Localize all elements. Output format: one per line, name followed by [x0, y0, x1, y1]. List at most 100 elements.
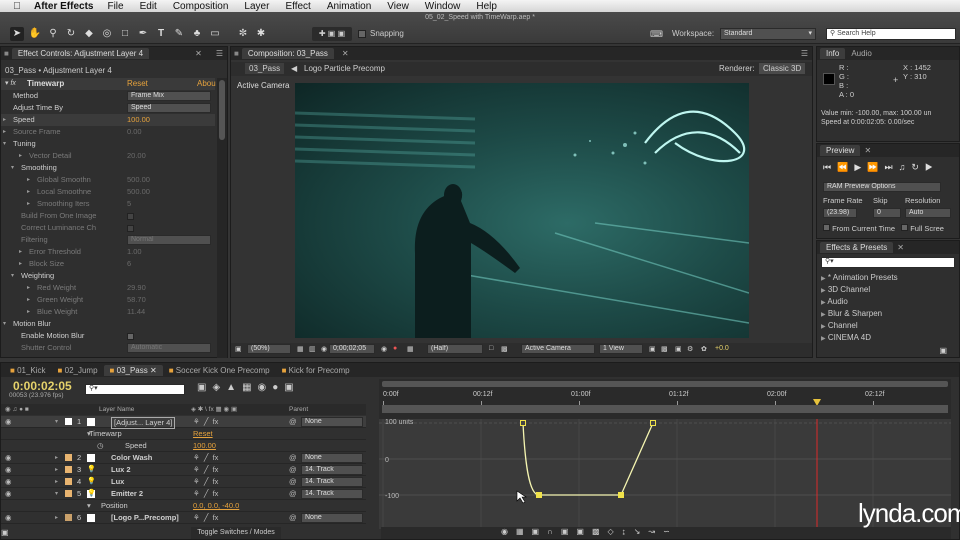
expand-icon[interactable]: ▣	[1, 528, 15, 540]
keyboard-icon[interactable]: ⌨	[650, 29, 663, 40]
keyframe-marker[interactable]	[618, 492, 624, 498]
layer-name[interactable]: Color Wash	[111, 452, 152, 464]
type-tool-icon[interactable]: T	[154, 27, 168, 41]
disclosure-triangle-icon[interactable]: ▸	[55, 452, 58, 464]
param-value[interactable]: 1.00	[127, 246, 142, 258]
param-value[interactable]: 6	[127, 258, 131, 270]
eraser-tool-icon[interactable]: ▭	[208, 27, 222, 41]
table-row[interactable]: ◉ ▸ 2 Color Wash ⚘ ╱ fx @ None	[1, 452, 366, 464]
current-time-display[interactable]: 0;00;02;05	[329, 344, 375, 354]
label-color-swatch[interactable]	[65, 478, 72, 485]
resolution-select[interactable]: (Half)	[427, 344, 483, 354]
exposure-value[interactable]: +0.0	[715, 345, 729, 352]
graph-editor-icon[interactable]: ▣	[284, 382, 299, 393]
renderer-button[interactable]: Classic 3D	[759, 63, 806, 74]
menu-composition[interactable]: Composition	[173, 1, 229, 12]
snap-icon[interactable]: ▣	[532, 527, 548, 536]
parent-pickwhip-icon[interactable]: @	[289, 452, 297, 464]
param-dropdown[interactable]: Speed	[127, 103, 211, 113]
prev-frame-icon[interactable]: ⏪	[837, 162, 854, 172]
toggle-pixel-icon[interactable]: ▣	[649, 345, 656, 353]
table-row[interactable]: ◉ ▸ 4 💡 Lux ⚘ ╱ fx @14. Track	[1, 476, 366, 488]
property-icon[interactable]: ▾	[87, 500, 91, 512]
disclosure-triangle-icon[interactable]: ▸	[55, 476, 58, 488]
disclosure-triangle-icon[interactable]: ▸	[27, 282, 30, 294]
disclosure-triangle-icon[interactable]: ▸	[55, 464, 58, 476]
layer-name[interactable]: Lux	[111, 476, 124, 488]
param-row[interactable]: Method Frame Mix	[1, 90, 215, 102]
puppet-tool-icon[interactable]: ✱	[254, 27, 268, 41]
keyframe-marker[interactable]	[520, 420, 526, 426]
layer-switches[interactable]: ⚘ ╱ fx	[193, 452, 218, 464]
always-preview-icon[interactable]: ▣	[235, 345, 242, 353]
eye-icon[interactable]: ◉	[5, 452, 12, 464]
layer-switches[interactable]: ⚘ ╱ fx	[193, 488, 218, 500]
search-help-input[interactable]: ⚲ Search Help	[826, 28, 956, 40]
param-row[interactable]: ▾ Tuning	[1, 138, 215, 150]
parent-select[interactable]: 14. Track	[301, 465, 363, 475]
next-frame-icon[interactable]: ⏩	[867, 162, 884, 172]
workspace-select[interactable]: Standard ▾	[720, 28, 816, 40]
param-row[interactable]: ▸ Block Size 6	[1, 258, 215, 270]
table-row[interactable]: ◷ Speed 100.00	[1, 440, 366, 452]
reset-link[interactable]: Reset	[127, 79, 148, 88]
magnification-select[interactable]: (50%)	[247, 344, 291, 354]
layer-name[interactable]: [Logo P...Precomp]	[111, 512, 179, 524]
layer-name[interactable]: Lux 2	[111, 464, 131, 476]
param-row[interactable]: ▸ Smoothing Iters 5	[1, 198, 215, 210]
menu-help[interactable]: Help	[476, 1, 497, 12]
disclosure-triangle-icon[interactable]: ▸	[27, 198, 30, 210]
close-icon[interactable]: ✕	[195, 49, 202, 58]
disclosure-triangle-icon[interactable]: ▾	[3, 318, 6, 330]
param-row[interactable]: ▾ Motion Blur	[1, 318, 215, 330]
apple-icon[interactable]: 	[0, 1, 34, 12]
layer-switches[interactable]: ⚘ ╱ fx	[193, 416, 218, 428]
selection-tool-icon[interactable]: ➤	[10, 27, 24, 41]
eye-icon[interactable]: ◉	[5, 464, 12, 476]
from-current-checkbox[interactable]	[823, 224, 830, 231]
param-row[interactable]: ▸ Blue Weight 11.44	[1, 306, 215, 318]
menu-edit[interactable]: Edit	[140, 1, 157, 12]
pen-tool-icon[interactable]: ✒	[136, 27, 150, 41]
resolution-select[interactable]: Auto	[905, 208, 951, 218]
disclosure-triangle-icon[interactable]: ▾	[55, 416, 58, 428]
motion-blur-icon[interactable]: ◉	[258, 382, 273, 393]
table-row[interactable]: ◉ ▸ 6 [Logo P...Precomp] ⚘ ╱ fx @ None	[1, 512, 366, 524]
disclosure-triangle-icon[interactable]: ▸	[3, 114, 6, 126]
separate-dimensions-icon[interactable]: ▩	[592, 527, 608, 536]
roto-brush-tool-icon[interactable]: ✼	[236, 27, 250, 41]
fast-preview-icon[interactable]: ▩	[661, 345, 668, 353]
layer-switches[interactable]: ⚘ ╱ fx	[193, 476, 218, 488]
toggle-switches-modes[interactable]: Toggle Switches / Modes	[191, 527, 281, 539]
param-dropdown[interactable]: Automatic	[127, 343, 211, 353]
menu-animation[interactable]: Animation	[327, 1, 371, 12]
draft-3d-icon[interactable]: ◈	[212, 382, 226, 393]
close-icon[interactable]: ✕	[897, 243, 904, 252]
list-item[interactable]: ▶ Channel	[817, 320, 951, 332]
param-checkbox[interactable]	[127, 213, 134, 220]
first-frame-icon[interactable]: ⏮	[823, 162, 837, 172]
time-navigator[interactable]	[382, 381, 948, 387]
shy-icon[interactable]: ▲	[226, 382, 242, 393]
disclosure-triangle-icon[interactable]: ▾	[55, 488, 58, 500]
param-value[interactable]: 500.00	[127, 174, 150, 186]
param-value[interactable]: 11.44	[127, 306, 145, 318]
label-color-swatch[interactable]	[65, 490, 72, 497]
param-row[interactable]: Filtering Normal	[1, 234, 215, 246]
property-value[interactable]: 100.00	[193, 440, 216, 452]
label-color-swatch[interactable]	[65, 418, 72, 425]
param-value[interactable]: 100.00	[127, 114, 150, 126]
table-row[interactable]: ▾ Position 0.0, 0.0, -40.0	[1, 500, 366, 512]
parent-pickwhip-icon[interactable]: @	[289, 416, 297, 428]
flowchart-icon[interactable]: ⚙	[687, 345, 693, 353]
parent-pickwhip-icon[interactable]: @	[289, 488, 297, 500]
param-dropdown[interactable]: Normal	[127, 235, 211, 245]
zoom-tool-icon[interactable]: ⚲	[46, 27, 60, 41]
tab-soccer-kick-precomp[interactable]: ■ Soccer Kick One Precomp	[163, 365, 276, 376]
hold-icon[interactable]: ↨	[622, 527, 634, 536]
about-link[interactable]: Abou	[197, 79, 216, 88]
disclosure-triangle-icon[interactable]: ▸	[27, 306, 30, 318]
param-value[interactable]: 5	[127, 198, 131, 210]
param-value[interactable]: 29.90	[127, 282, 146, 294]
eye-icon[interactable]: ◉	[5, 416, 12, 428]
